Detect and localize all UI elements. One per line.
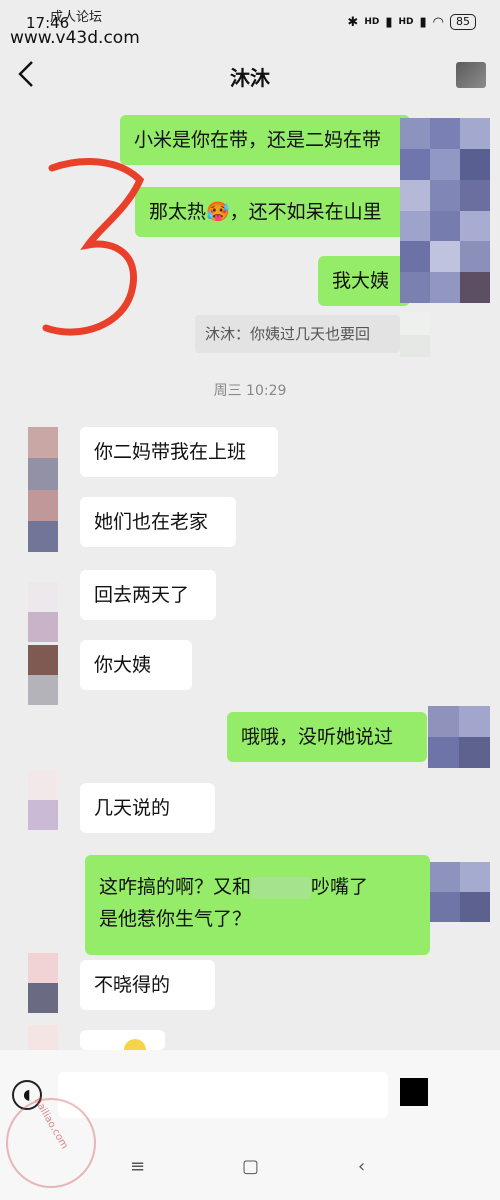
blurred-patch [400,312,430,357]
message-bubble-in[interactable]: 你二妈带我在上班 [80,427,278,477]
back-nav-icon[interactable]: ‹ [358,1156,365,1177]
redacted-text [251,876,312,899]
message-input[interactable] [58,1072,388,1118]
sender-avatar[interactable] [28,582,58,642]
message-bubble-in[interactable]: 不晓得的 [80,960,215,1010]
message-bubble-out[interactable]: 小米是你在带，还是二妈在带 [120,115,410,165]
message-line: 是他惹你生气了？ [99,908,252,930]
message-bubble-out[interactable]: 这咋搞的啊？又和 吵嘴了 是他惹你生气了？ [85,855,430,955]
status-bar: 成人论坛 17:46 www.v43d.com ✱ HD ▮ HD ▮ ◠ 85 [0,0,500,50]
message-timestamp: 周三 10:29 [213,383,287,399]
blurred-avatar [428,706,490,768]
quoted-message: 沐沐：你姨过几天也要回 [195,315,400,353]
watermark-stamp [6,1098,96,1188]
signal-bars-icon-2: ▮ [419,14,427,30]
signal-bars-icon: ▮ [385,14,393,30]
sender-avatar[interactable] [28,427,58,552]
signal-icon-2: HD [398,17,414,27]
sender-avatar[interactable] [28,645,58,705]
chat-header: 沐沐 [0,50,500,100]
message-bubble-in[interactable]: 你大姨 [80,640,192,690]
chat-title: 沐沐 [230,66,270,90]
message-bubble-in[interactable] [80,1030,165,1050]
blurred-avatar [430,862,490,922]
wifi-icon: ◠ [432,14,444,30]
more-options-icon[interactable] [456,62,486,88]
sender-avatar[interactable] [28,770,58,830]
bluetooth-icon: ✱ [347,14,359,30]
message-bubble-out[interactable]: 我大姨 [318,256,410,306]
message-line: 这咋搞的啊？又和 吵嘴了 [99,871,430,903]
message-bubble-out[interactable]: 哦哦，没听她说过 [227,712,427,762]
handwritten-number-annotation [42,158,145,336]
message-line-start: 这咋搞的啊？又和 [99,876,252,898]
menu-nav-icon[interactable]: ≡ [130,1156,145,1177]
signal-icon: HD [364,17,380,27]
home-nav-icon[interactable]: ▢ [242,1156,259,1177]
emoji-icon [124,1039,146,1050]
status-icons: ✱ HD ▮ HD ▮ ◠ 85 [347,14,476,30]
message-bubble-in[interactable]: 她们也在老家 [80,497,236,547]
blurred-avatar [400,118,490,303]
watermark-url: www.v43d.com [10,28,140,48]
emoji-button[interactable] [400,1078,428,1106]
message-bubble-in[interactable]: 几天说的 [80,783,215,833]
message-line-end: 吵嘴了 [311,876,369,898]
message-bubble-in[interactable]: 回去两天了 [80,570,216,620]
sender-avatar[interactable] [28,1025,58,1050]
message-bubble-out[interactable]: 那太热🥵，还不如呆在山里 [135,187,410,237]
battery-icon: 85 [450,14,476,30]
sender-avatar[interactable] [28,953,58,1013]
